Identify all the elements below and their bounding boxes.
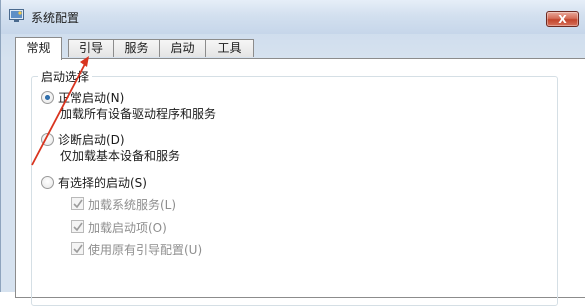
tab-startup[interactable]: 启动	[159, 39, 206, 57]
load-system-services-label: 加载系统服务(L)	[88, 198, 177, 212]
checkmark-icon	[73, 222, 83, 232]
normal-startup-radio[interactable]	[41, 91, 54, 104]
load-startup-items-label: 加载启动项(O)	[88, 221, 167, 235]
tab-general-label: 常规	[26, 41, 51, 55]
system-config-window: 系统配置 X 常规 引导 服务 启动 工具 启动选择 正常启动(N) 加载所有设…	[0, 0, 585, 306]
tab-services-label: 服务	[124, 41, 149, 55]
use-original-boot-config-label: 使用原有引导配置(U)	[88, 243, 203, 257]
window-title: 系统配置	[31, 11, 80, 25]
tab-services[interactable]: 服务	[113, 39, 160, 57]
selective-startup-label[interactable]: 有选择的启动(S)	[58, 174, 147, 191]
tab-boot-label: 引导	[78, 41, 103, 55]
close-icon: X	[558, 12, 567, 26]
diagnostic-startup-radio[interactable]	[41, 133, 54, 146]
checkmark-icon	[73, 244, 83, 254]
startup-selection-title: 启动选择	[38, 68, 93, 85]
tab-tools-label: 工具	[217, 41, 242, 55]
close-button[interactable]: X	[546, 11, 579, 27]
system-config-app-icon	[9, 9, 24, 22]
normal-startup-label[interactable]: 正常启动(N)	[58, 89, 124, 106]
tab-tools[interactable]: 工具	[205, 39, 254, 57]
tab-boot[interactable]: 引导	[68, 39, 114, 57]
normal-startup-description: 加载所有设备驱动程序和服务	[60, 107, 217, 121]
diagnostic-startup-description: 仅加载基本设备和服务	[60, 149, 181, 163]
diagnostic-startup-label[interactable]: 诊断启动(D)	[58, 131, 125, 148]
use-original-boot-config-checkbox[interactable]	[71, 242, 84, 255]
tab-general[interactable]: 常规	[15, 37, 62, 60]
title-bar[interactable]: 系统配置 X	[1, 0, 585, 34]
load-startup-items-checkbox[interactable]	[71, 220, 84, 233]
checkmark-icon	[73, 199, 83, 209]
tab-startup-label: 启动	[170, 41, 195, 55]
load-system-services-checkbox[interactable]	[71, 197, 84, 210]
selective-startup-radio[interactable]	[41, 176, 54, 189]
